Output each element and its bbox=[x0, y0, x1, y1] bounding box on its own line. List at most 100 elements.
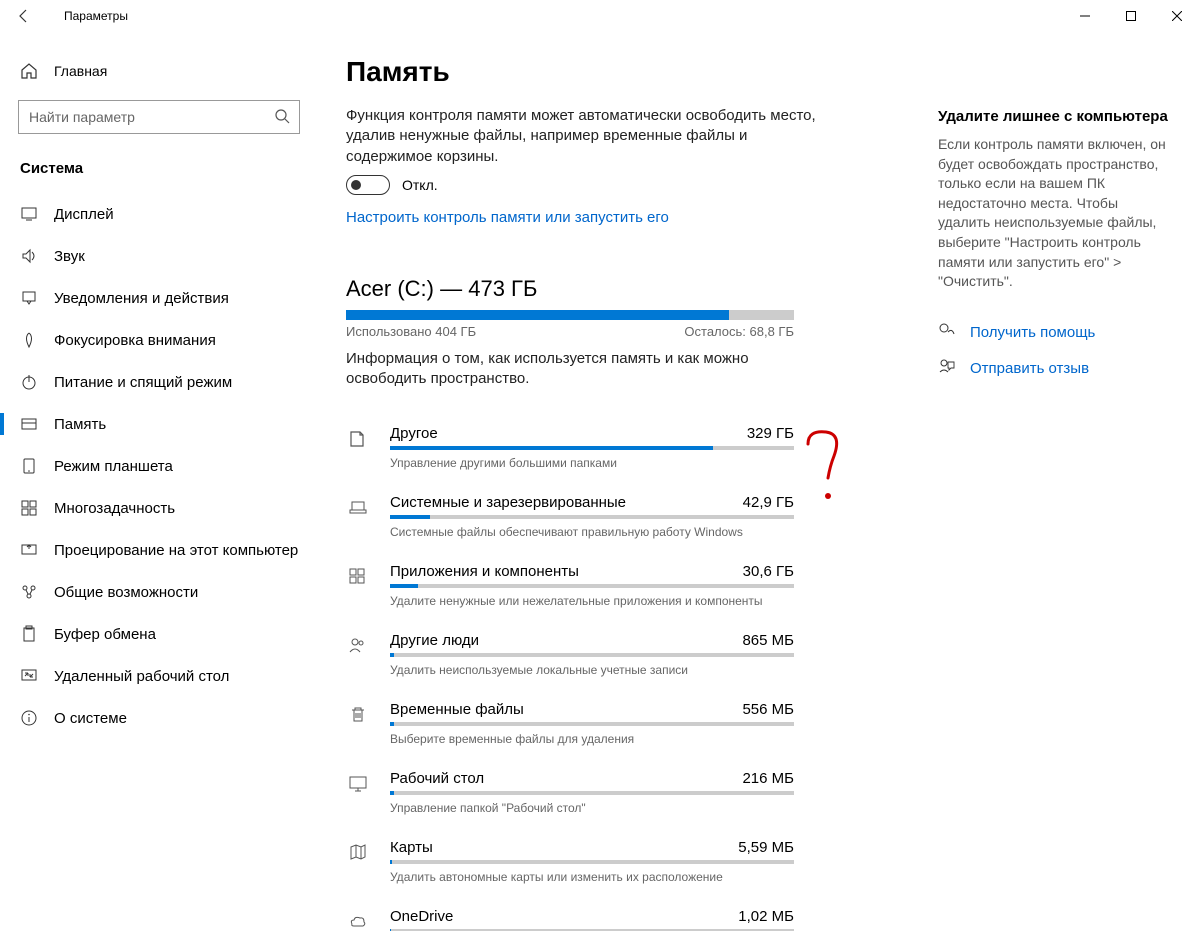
category-bar bbox=[390, 584, 794, 588]
sidebar-item-storage[interactable]: Память bbox=[0, 403, 320, 445]
focus-icon bbox=[20, 331, 38, 349]
category-bar bbox=[390, 860, 794, 864]
sidebar-item-label: Память bbox=[54, 416, 106, 433]
right-panel-title: Удалите лишнее с компьютера bbox=[938, 108, 1172, 125]
window-title: Параметры bbox=[64, 9, 128, 23]
main-content: Память Функция контроля памяти может авт… bbox=[320, 32, 928, 931]
apps-icon bbox=[346, 563, 370, 608]
sidebar-item-label: Фокусировка внимания bbox=[54, 332, 216, 349]
back-button[interactable] bbox=[8, 0, 40, 32]
sidebar-item-label: О системе bbox=[54, 710, 127, 727]
sidebar-item-shared[interactable]: Общие возможности bbox=[0, 571, 320, 613]
sidebar-item-label: Уведомления и действия bbox=[54, 290, 229, 307]
sidebar-item-label: Звук bbox=[54, 248, 85, 265]
category-bar bbox=[390, 515, 794, 519]
drive-free-label: Осталось: 68,8 ГБ bbox=[684, 324, 794, 339]
other-icon bbox=[346, 425, 370, 470]
storage-category-temp[interactable]: Временные файлы 556 МБ Выберите временные … bbox=[346, 689, 794, 758]
sidebar-item-label: Питание и спящий режим bbox=[54, 374, 232, 391]
storage-category-system[interactable]: Системные и зарезервированные42,9 ГБСист… bbox=[346, 482, 794, 551]
storage-sense-description: Функция контроля памяти может автоматиче… bbox=[346, 106, 816, 167]
toggle-label: Откл. bbox=[402, 177, 438, 193]
storage-category-maps[interactable]: Карты5,59 МБУдалить автономные карты или… bbox=[346, 827, 794, 896]
sidebar-item-notifications[interactable]: Уведомления и действия bbox=[0, 277, 320, 319]
titlebar: Параметры bbox=[0, 0, 1200, 32]
remote-icon bbox=[20, 667, 38, 685]
maps-icon bbox=[346, 839, 370, 884]
storage-category-desktop[interactable]: Рабочий стол216 МБУправление папкой "Раб… bbox=[346, 758, 794, 827]
category-name: Приложения и компоненты bbox=[390, 563, 579, 580]
category-size: 865 МБ bbox=[742, 632, 794, 649]
category-name: Временные файлы bbox=[390, 701, 524, 718]
category-size: 42,9 ГБ bbox=[743, 494, 794, 511]
display-icon bbox=[20, 205, 38, 223]
storage-icon bbox=[20, 415, 38, 433]
sidebar: Главная Система Дисплей Звук Уведомления и… bbox=[0, 32, 320, 931]
minimize-button[interactable] bbox=[1062, 0, 1108, 32]
category-size: 556 МБ bbox=[742, 701, 794, 718]
clipboard-icon bbox=[20, 625, 38, 643]
category-bar bbox=[390, 722, 794, 726]
category-bar bbox=[390, 446, 794, 450]
sidebar-item-label: Удаленный рабочий стол bbox=[54, 668, 229, 685]
usage-info-text: Информация о том, как используется памят… bbox=[346, 349, 816, 390]
category-bar bbox=[390, 653, 794, 657]
sidebar-item-label: Дисплей bbox=[54, 206, 114, 223]
category-name: Рабочий стол bbox=[390, 770, 484, 787]
category-name: Карты bbox=[390, 839, 433, 856]
sidebar-item-display[interactable]: Дисплей bbox=[0, 193, 320, 235]
sidebar-home-label: Главная bbox=[54, 63, 107, 79]
sidebar-section-title: Система bbox=[0, 152, 320, 193]
drive-usage-bar bbox=[346, 310, 794, 320]
temp-icon bbox=[346, 701, 370, 746]
desktop-icon bbox=[346, 770, 370, 815]
category-size: 216 МБ bbox=[742, 770, 794, 787]
search-icon bbox=[274, 108, 290, 127]
notifications-icon bbox=[20, 289, 38, 307]
sidebar-item-multitask[interactable]: Многозадачность bbox=[0, 487, 320, 529]
feedback-link[interactable]: Отправить отзыв bbox=[938, 358, 1172, 380]
category-name: Другое bbox=[390, 425, 438, 442]
sidebar-item-sound[interactable]: Звук bbox=[0, 235, 320, 277]
power-icon bbox=[20, 373, 38, 391]
get-help-link[interactable]: Получить помощь bbox=[938, 322, 1172, 344]
category-description: Управление другими большими папками bbox=[390, 456, 794, 470]
project-icon bbox=[20, 541, 38, 559]
search-input[interactable] bbox=[18, 100, 300, 134]
category-size: 329 ГБ bbox=[747, 425, 794, 442]
sidebar-item-about[interactable]: О системе bbox=[0, 697, 320, 739]
storage-sense-toggle[interactable] bbox=[346, 175, 390, 195]
sidebar-home[interactable]: Главная bbox=[0, 52, 320, 90]
tablet-icon bbox=[20, 457, 38, 475]
sidebar-item-project[interactable]: Проецирование на этот компьютер bbox=[0, 529, 320, 571]
sidebar-item-power[interactable]: Питание и спящий режим bbox=[0, 361, 320, 403]
drive-used-label: Использовано 404 ГБ bbox=[346, 324, 476, 339]
sidebar-item-label: Проецирование на этот компьютер bbox=[54, 542, 298, 559]
right-panel-text: Если контроль памяти включен, он будет о… bbox=[938, 135, 1172, 292]
storage-category-onedrive[interactable]: OneDrive1,02 МБ bbox=[346, 896, 794, 931]
right-panel: Удалите лишнее с компьютера Если контрол… bbox=[928, 32, 1200, 931]
category-description: Удалить автономные карты или изменить их… bbox=[390, 870, 794, 884]
sidebar-item-focus[interactable]: Фокусировка внимания bbox=[0, 319, 320, 361]
sidebar-item-label: Режим планшета bbox=[54, 458, 173, 475]
close-button[interactable] bbox=[1154, 0, 1200, 32]
storage-category-people[interactable]: Другие люди865 МБУдалить неиспользуемые … bbox=[346, 620, 794, 689]
sidebar-item-clipboard[interactable]: Буфер обмена bbox=[0, 613, 320, 655]
maximize-button[interactable] bbox=[1108, 0, 1154, 32]
multitask-icon bbox=[20, 499, 38, 517]
drive-name: Acer (C:) — 473 ГБ bbox=[346, 276, 904, 302]
home-icon bbox=[20, 62, 38, 80]
sidebar-item-tablet[interactable]: Режим планшета bbox=[0, 445, 320, 487]
storage-category-apps[interactable]: Приложения и компоненты30,6 ГБУдалите не… bbox=[346, 551, 794, 620]
about-icon bbox=[20, 709, 38, 727]
category-description: Выберите временные файлы для удаления bbox=[390, 732, 794, 746]
storage-category-other[interactable]: Другое 329 ГБ Управление другими большими … bbox=[346, 413, 794, 482]
system-icon bbox=[346, 494, 370, 539]
sidebar-item-remote[interactable]: Удаленный рабочий стол bbox=[0, 655, 320, 697]
configure-storage-sense-link[interactable]: Настроить контроль памяти или запустить … bbox=[346, 209, 904, 226]
feedback-icon bbox=[938, 358, 956, 380]
sound-icon bbox=[20, 247, 38, 265]
category-size: 1,02 МБ bbox=[738, 908, 794, 925]
page-title: Память bbox=[346, 56, 904, 88]
sidebar-item-label: Общие возможности bbox=[54, 584, 198, 601]
